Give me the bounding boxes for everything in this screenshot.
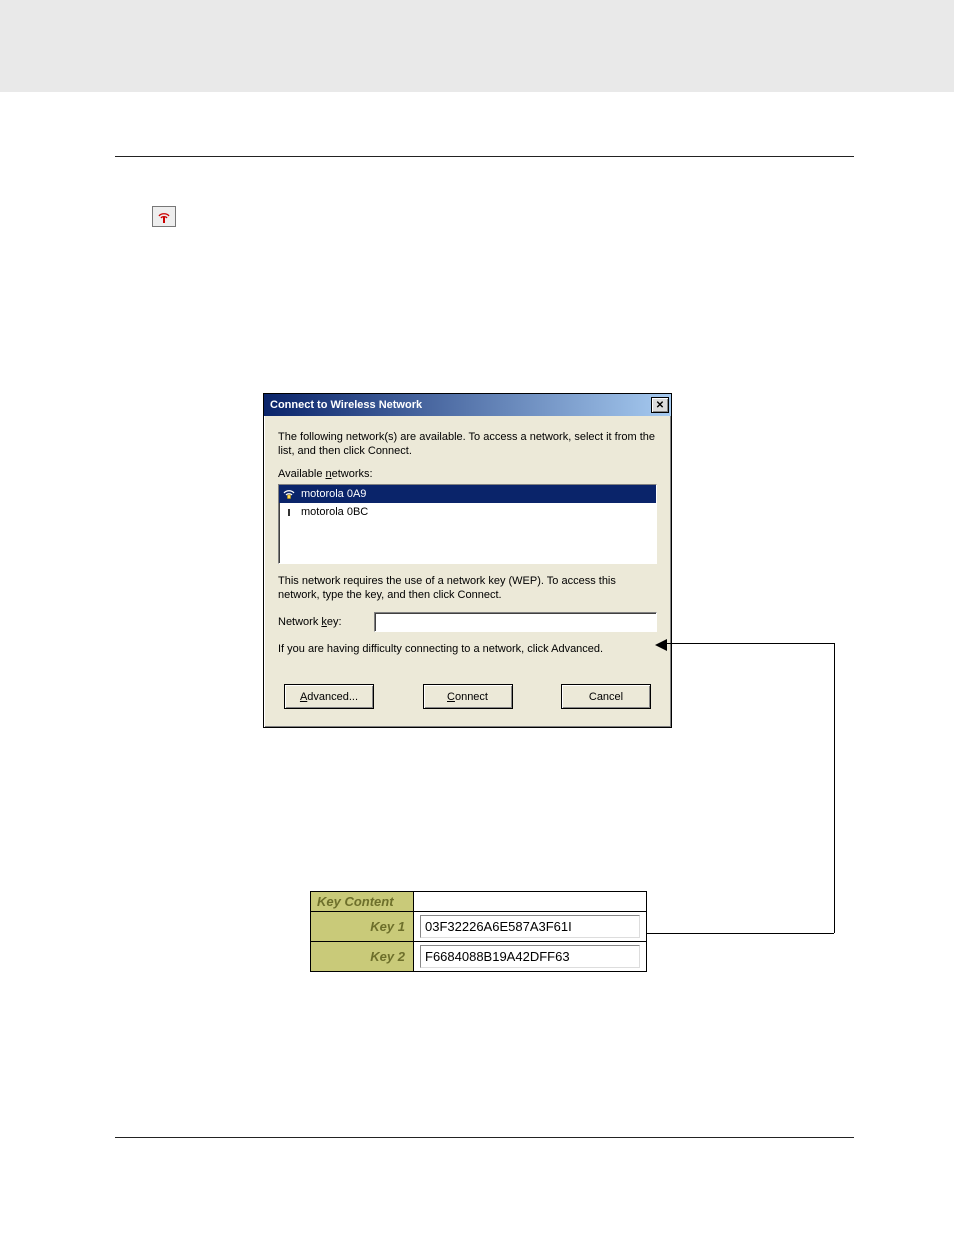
connect-wireless-dialog: Connect to Wireless Network ✕ The follow… <box>263 393 672 728</box>
dialog-intro-text: The following network(s) are available. … <box>278 430 657 458</box>
dialog-title: Connect to Wireless Network <box>270 399 422 411</box>
close-button[interactable]: ✕ <box>651 397 669 413</box>
key-content-table: Key Content Key 1 03F32226A6E587A3F61I K… <box>310 891 647 972</box>
available-networks-label: Available networks: <box>278 468 657 480</box>
rule-bottom <box>115 1137 854 1138</box>
network-list-item[interactable]: motorola 0A9 <box>279 485 656 503</box>
wep-note: This network requires the use of a netwo… <box>278 574 657 602</box>
key-label: Key 2 <box>311 942 414 972</box>
wireless-tray-icon <box>152 206 176 227</box>
page-header-strip <box>0 0 954 92</box>
table-row: Key 1 03F32226A6E587A3F61I <box>311 912 647 942</box>
table-row: Key 2 F6684088B19A42DFF63 <box>311 942 647 972</box>
network-key-label: Network key: <box>278 616 362 628</box>
advanced-button[interactable]: Advanced... <box>284 684 374 709</box>
network-name: motorola 0BC <box>301 506 368 518</box>
connector-line <box>660 643 835 644</box>
wifi-icon <box>283 506 295 518</box>
key-label: Key 1 <box>311 912 414 942</box>
key-value: F6684088B19A42DFF63 <box>420 945 640 968</box>
connect-button[interactable]: Connect <box>423 684 513 709</box>
network-list-item[interactable]: motorola 0BC <box>279 503 656 521</box>
dialog-titlebar: Connect to Wireless Network ✕ <box>264 394 671 416</box>
network-name: motorola 0A9 <box>301 488 366 500</box>
available-networks-list[interactable]: motorola 0A9 motorola 0BC <box>278 484 657 564</box>
advanced-note: If you are having difficulty connecting … <box>278 642 657 656</box>
rule-top <box>115 156 854 157</box>
close-icon: ✕ <box>656 400 664 411</box>
key-table-header: Key Content <box>311 892 414 912</box>
key-value: 03F32226A6E587A3F61I <box>420 915 640 938</box>
arrow-head-icon <box>655 638 669 656</box>
wifi-secure-icon <box>283 488 295 500</box>
connector-line <box>834 643 835 933</box>
cancel-button[interactable]: Cancel <box>561 684 651 709</box>
network-key-input[interactable] <box>374 612 657 632</box>
connector-line <box>639 933 834 934</box>
